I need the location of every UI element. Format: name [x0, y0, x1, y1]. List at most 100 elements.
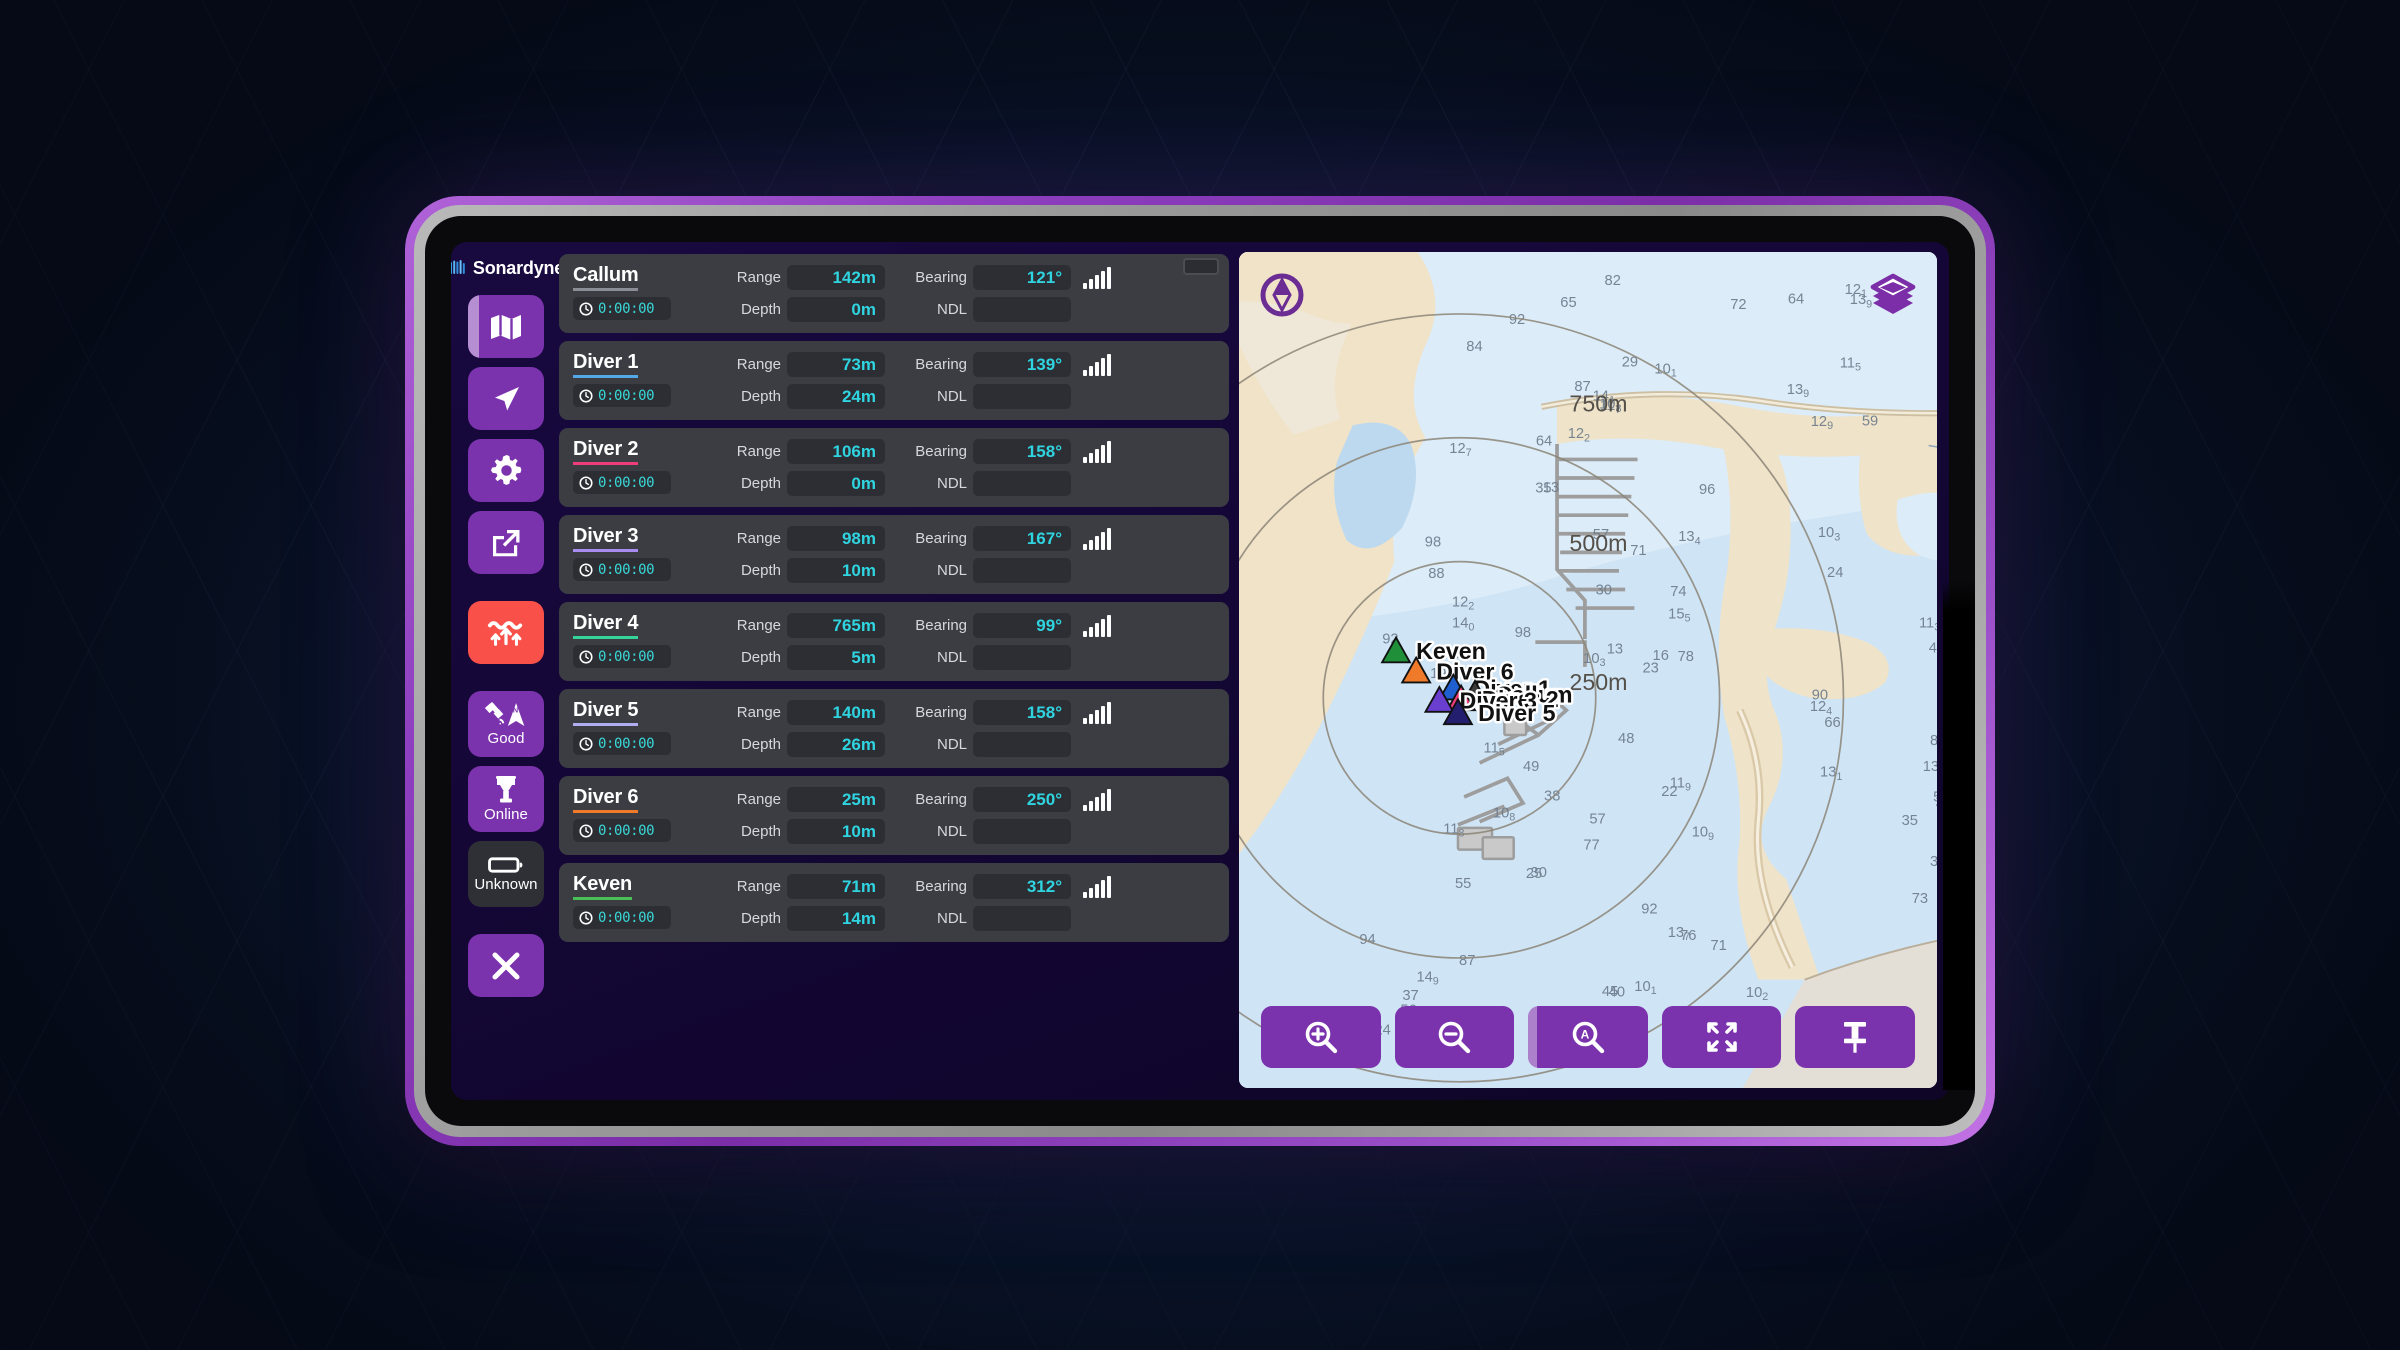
depth-sounding: 66: [1824, 715, 1840, 731]
map-zoom-in-button[interactable]: [1261, 1006, 1381, 1068]
sonardyne-logo-icon: [451, 260, 465, 274]
diver-name[interactable]: Diver 1: [573, 352, 639, 379]
range-label: Range: [736, 704, 781, 721]
depth-sounding: 45: [1929, 640, 1937, 656]
dive-timer-value: 0:00:00: [598, 474, 655, 491]
sidebar-item-settings[interactable]: [468, 439, 544, 502]
range-ring-label-250: 250m: [1569, 669, 1627, 695]
map-fit-screen-button[interactable]: [1661, 1006, 1782, 1068]
map-compass-button[interactable]: [1259, 272, 1305, 318]
bearing-value: 167°: [973, 526, 1071, 551]
depth-sounding: 59: [1862, 414, 1878, 430]
depth-sounding: 71: [1710, 938, 1726, 954]
clock-icon: [579, 911, 593, 925]
map-zoom-auto-button[interactable]: A: [1528, 1006, 1648, 1068]
diver-fields: Range 71m Bearing 312° Depth 14m NDL: [719, 874, 1219, 931]
table-row[interactable]: Diver 3 0:00:00 Range 98m Bearing 167° D…: [559, 515, 1229, 594]
bearing-label: Bearing: [915, 791, 967, 808]
map-layers-button[interactable]: [1867, 270, 1919, 322]
depth-value: 0m: [787, 471, 885, 496]
depth-label: Depth: [740, 562, 781, 579]
map-icon: [491, 314, 521, 340]
depth-sounding: 55: [1455, 876, 1471, 892]
range-label: Range: [736, 878, 781, 895]
clock-icon: [579, 824, 593, 838]
table-row[interactable]: Diver 1 0:00:00 Range 73m Bearing 139° D…: [559, 341, 1229, 420]
depth-label: Depth: [740, 910, 781, 927]
ndl-label: NDL: [936, 388, 967, 405]
ndl-label: NDL: [936, 736, 967, 753]
signal-strength-icon: [1083, 353, 1111, 376]
diver-fields: Range 765m Bearing 99° Depth 5m NDL: [719, 613, 1219, 670]
depth-sounding: 72: [1730, 297, 1746, 313]
depth-sounding: 24: [1827, 565, 1843, 581]
sidebar-item-diver-recall[interactable]: [468, 601, 544, 664]
status-transceiver[interactable]: Online: [468, 766, 544, 832]
map-panel[interactable]: 1081291186945791181393424741221330231011…: [1239, 252, 1937, 1088]
ndl-label: NDL: [936, 475, 967, 492]
status-battery[interactable]: Unknown: [468, 841, 544, 907]
depth-sounding: 64: [1788, 292, 1804, 308]
diver-name[interactable]: Keven: [573, 874, 632, 901]
sidebar-item-map[interactable]: [468, 295, 544, 358]
range-value: 106m: [787, 439, 885, 464]
depth-sounding: 88: [1428, 566, 1444, 582]
table-row[interactable]: Diver 5 0:00:00 Range 140m Bearing 158° …: [559, 689, 1229, 768]
range-value: 71m: [787, 874, 885, 899]
depth-sounding: 94: [1359, 932, 1375, 948]
sidebar-item-export[interactable]: [468, 511, 544, 574]
table-row[interactable]: Diver 6 0:00:00 Range 25m Bearing 250° D…: [559, 776, 1229, 855]
tablet-metal-ring: Sonardyne N Good Online Unknown Callum 0…: [414, 205, 1986, 1137]
range-value: 98m: [787, 526, 885, 551]
diver-fields: Range 73m Bearing 139° Depth 24m NDL: [719, 352, 1219, 409]
map-pin-button[interactable]: [1795, 1006, 1915, 1068]
tablet-device: Sonardyne N Good Online Unknown Callum 0…: [405, 196, 1995, 1146]
dive-timer-value: 0:00:00: [598, 735, 655, 752]
bearing-label: Bearing: [915, 356, 967, 373]
ndl-value: [973, 645, 1071, 670]
table-row[interactable]: Diver 4 0:00:00 Range 765m Bearing 99° D…: [559, 602, 1229, 681]
status-battery-label: Unknown: [474, 876, 538, 893]
signal-strength-icon: [1083, 266, 1111, 289]
depth-sounding: 87: [1459, 953, 1475, 969]
status-gps-label: Good: [487, 730, 525, 747]
depth-label: Depth: [740, 475, 781, 492]
table-row[interactable]: Callum 0:00:00 Range 142m Bearing 121° D…: [559, 254, 1229, 333]
transceiver-icon: [496, 776, 516, 803]
dive-timer: 0:00:00: [573, 384, 671, 408]
signal-strength-icon: [1083, 875, 1111, 898]
map-toolbar: A: [1261, 1006, 1915, 1068]
depth-sounding: 73: [1912, 891, 1928, 907]
depth-sounding: 84: [1466, 339, 1482, 355]
map-diver-marker[interactable]: Diver 5: [1442, 697, 1558, 728]
clock-icon: [579, 563, 593, 577]
status-gps[interactable]: N Good: [468, 691, 544, 757]
table-row[interactable]: Diver 2 0:00:00 Range 106m Bearing 158° …: [559, 428, 1229, 507]
signal-strength-icon: [1083, 614, 1111, 637]
zoom-in-icon: [1305, 1021, 1337, 1054]
external-link-icon: [493, 529, 520, 556]
bearing-label: Bearing: [915, 530, 967, 547]
depth-value: 10m: [787, 558, 885, 583]
diver-name[interactable]: Diver 6: [573, 787, 639, 814]
depth-sounding: 13: [1607, 641, 1623, 657]
depth-sounding: 25: [1526, 866, 1542, 882]
compass-rose-icon: [1260, 273, 1304, 317]
table-row[interactable]: Keven 0:00:00 Range 71m Bearing 312° Dep…: [559, 863, 1229, 942]
navigation-arrow-icon: [495, 386, 519, 410]
sidebar-item-navigate[interactable]: [468, 367, 544, 430]
diver-name[interactable]: Diver 4: [573, 613, 639, 640]
depth-sounding: 134: [1923, 759, 1937, 777]
bearing-label: Bearing: [915, 269, 967, 286]
diver-name[interactable]: Diver 3: [573, 526, 639, 553]
diver-name[interactable]: Diver 5: [573, 700, 639, 727]
range-label: Range: [736, 269, 781, 286]
depth-sounding: 65: [1560, 295, 1576, 311]
close-button[interactable]: [468, 934, 544, 997]
range-label: Range: [736, 356, 781, 373]
depth-sounding: 30: [1596, 583, 1612, 599]
diver-name[interactable]: Callum: [573, 265, 639, 292]
map-zoom-out-button[interactable]: [1394, 1006, 1515, 1068]
ndl-value: [973, 558, 1071, 583]
diver-name[interactable]: Diver 2: [573, 439, 639, 466]
